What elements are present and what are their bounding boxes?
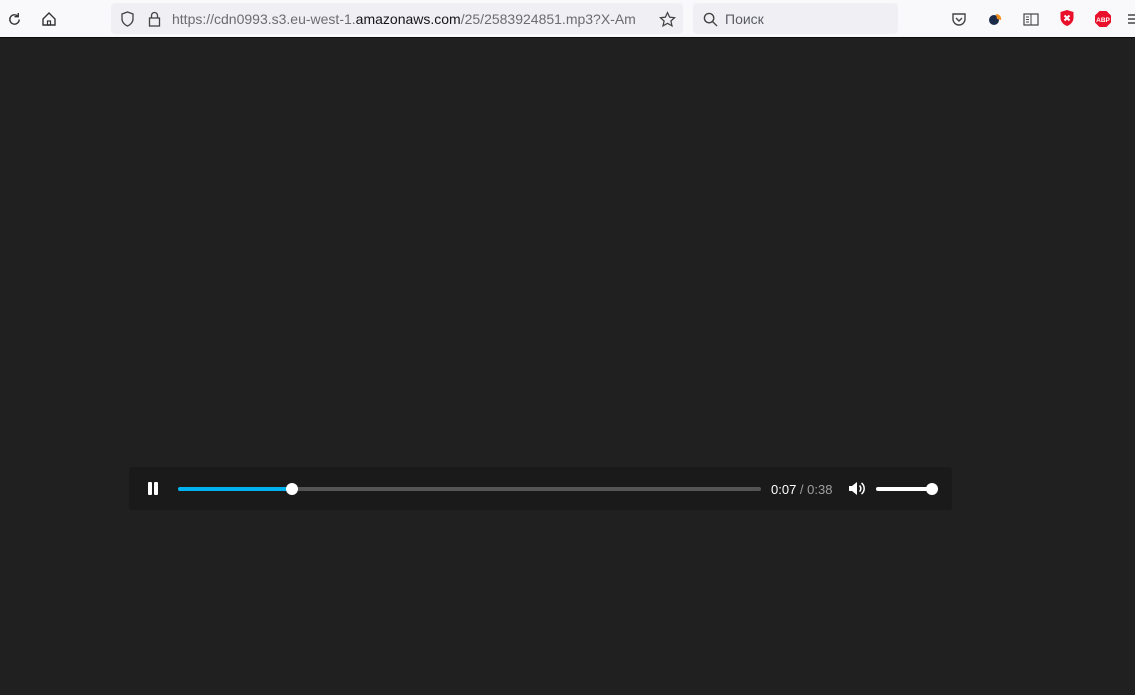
volume-level — [876, 487, 932, 491]
seek-slider[interactable] — [178, 483, 761, 495]
search-bar[interactable]: Поиск — [693, 3, 898, 34]
lock-icon[interactable] — [144, 9, 164, 29]
pause-button[interactable] — [147, 482, 159, 496]
seek-progress — [178, 487, 293, 491]
blocker-extension-icon[interactable] — [1057, 8, 1077, 28]
url-suffix: /25/2583924851.mp3?X-Am — [460, 11, 636, 27]
url-bar[interactable]: https://cdn0993.s3.eu-west-1.amazonaws.c… — [111, 3, 683, 34]
reload-icon[interactable] — [4, 9, 24, 29]
search-placeholder: Поиск — [725, 11, 764, 27]
bookmark-star-icon[interactable] — [657, 9, 677, 29]
extension-icon[interactable] — [985, 9, 1005, 29]
url-domain: amazonaws.com — [355, 11, 461, 27]
adblock-plus-icon[interactable]: ABP — [1092, 8, 1114, 30]
pause-icon-bar — [154, 482, 158, 495]
seek-thumb[interactable] — [286, 483, 299, 495]
volume-slider[interactable] — [876, 483, 938, 495]
search-icon — [701, 10, 719, 28]
shield-icon[interactable] — [117, 9, 137, 29]
browser-toolbar: https://cdn0993.s3.eu-west-1.amazonaws.c… — [0, 0, 1135, 38]
volume-thumb[interactable] — [926, 483, 938, 495]
duration: 0:38 — [807, 482, 833, 497]
current-time: 0:07 — [771, 482, 797, 497]
volume-icon[interactable] — [848, 480, 866, 497]
time-display: 0:07 / 0:38 — [771, 482, 832, 497]
url-text[interactable]: https://cdn0993.s3.eu-west-1.amazonaws.c… — [172, 11, 662, 27]
pocket-icon[interactable] — [949, 9, 969, 29]
audio-player: 0:07 / 0:38 — [129, 467, 952, 510]
time-separator: / — [796, 482, 808, 497]
home-icon[interactable] — [39, 9, 59, 29]
url-prefix: https://cdn0993.s3.eu-west-1. — [172, 11, 356, 27]
pause-icon — [148, 482, 152, 495]
abp-label: ABP — [1096, 17, 1110, 24]
menu-icon[interactable] — [1126, 9, 1135, 29]
reader-view-icon[interactable] — [1021, 9, 1041, 29]
